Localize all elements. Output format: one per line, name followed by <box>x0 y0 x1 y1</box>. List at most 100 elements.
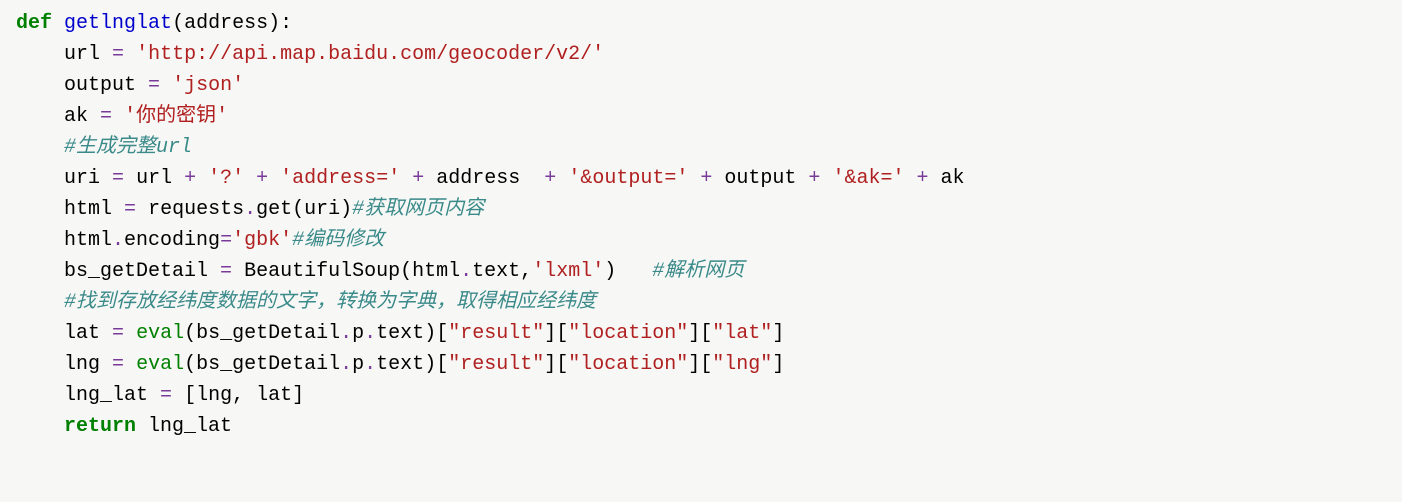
indent <box>16 229 64 252</box>
comma: , <box>520 260 532 283</box>
key-lat: "lat" <box>712 322 772 345</box>
indent <box>16 198 64 221</box>
param-address: address <box>184 12 268 35</box>
op-plus: + <box>916 167 928 190</box>
attr-encoding: encoding <box>124 229 220 252</box>
id-address: address <box>436 167 544 190</box>
op-assign: = <box>148 74 160 97</box>
space <box>688 167 700 190</box>
space <box>268 167 280 190</box>
var-lat: lat <box>64 322 112 345</box>
id-bs: bs_getDetail <box>196 322 340 345</box>
space <box>124 353 136 376</box>
line-3: output = 'json' <box>16 74 244 97</box>
id-requests: requests <box>148 198 244 221</box>
dot: . <box>112 229 124 252</box>
var-uri: uri <box>64 167 112 190</box>
space <box>400 167 412 190</box>
string-gbk: 'gbk' <box>232 229 292 252</box>
attr-p: p <box>352 353 364 376</box>
bracket: ] <box>772 353 784 376</box>
line-1: def getlnglat(address): <box>16 12 292 35</box>
bracket: ][ <box>688 353 712 376</box>
space <box>136 198 148 221</box>
key-location: "location" <box>568 353 688 376</box>
line-7: html = requests.get(uri)#获取网页内容 <box>16 198 484 221</box>
op-assign: = <box>100 105 112 128</box>
line-10: #找到存放经纬度数据的文字，转换为字典，取得相应经纬度 <box>16 291 596 314</box>
line-5: #生成完整url <box>16 136 192 159</box>
op-assign: = <box>124 198 136 221</box>
dot: . <box>340 322 352 345</box>
space <box>928 167 940 190</box>
string-address: 'address=' <box>280 167 400 190</box>
space <box>904 167 916 190</box>
line-13: lng_lat = [lng, lat] <box>16 384 304 407</box>
comment-encoding: #编码修改 <box>292 229 384 252</box>
attr-text: text <box>376 353 424 376</box>
id-url: url <box>136 167 184 190</box>
bracket: [ <box>436 322 448 345</box>
space <box>124 43 136 66</box>
paren-open: ( <box>184 322 196 345</box>
indent <box>16 167 64 190</box>
space <box>124 167 136 190</box>
var-output: output <box>64 74 148 97</box>
var-lng: lng <box>64 353 112 376</box>
line-4: ak = '你的密钥' <box>16 105 228 128</box>
builtin-eval: eval <box>136 322 184 345</box>
op-assign: = <box>112 167 124 190</box>
arg-html: html <box>412 260 460 283</box>
space <box>820 167 832 190</box>
key-location: "location" <box>568 322 688 345</box>
space <box>424 167 436 190</box>
indent <box>16 291 64 314</box>
indent <box>16 105 64 128</box>
space <box>196 167 208 190</box>
string-url: 'http://api.map.baidu.com/geocoder/v2/' <box>136 43 604 66</box>
key-result: "result" <box>448 353 544 376</box>
bracket: ][ <box>544 322 568 345</box>
paren-open: ( <box>184 353 196 376</box>
op-assign: = <box>112 322 124 345</box>
space <box>556 167 568 190</box>
paren-close: ) <box>424 322 436 345</box>
id-output: output <box>724 167 808 190</box>
line-6: uri = url + '?' + 'address=' + address +… <box>16 167 965 190</box>
comment-full-url: #生成完整url <box>64 136 192 159</box>
return-value: lng_lat <box>148 415 232 438</box>
indent <box>16 353 64 376</box>
id-ak: ak <box>941 167 965 190</box>
cls-bs: BeautifulSoup <box>244 260 400 283</box>
op-plus: + <box>700 167 712 190</box>
attr-text: text <box>376 322 424 345</box>
keyword-return: return <box>64 415 136 438</box>
id-bs: bs_getDetail <box>196 353 340 376</box>
indent <box>16 136 64 159</box>
keyword-def: def <box>16 12 52 35</box>
dot: . <box>460 260 472 283</box>
line-2: url = 'http://api.map.baidu.com/geocoder… <box>16 43 604 66</box>
op-plus: + <box>184 167 196 190</box>
comment-extract: #找到存放经纬度数据的文字，转换为字典，取得相应经纬度 <box>64 291 596 314</box>
space <box>616 260 652 283</box>
op-plus: + <box>256 167 268 190</box>
method-get: get <box>256 198 292 221</box>
paren-close: ) <box>604 260 616 283</box>
bracket: ][ <box>688 322 712 345</box>
key-result: "result" <box>448 322 544 345</box>
comment-parse: #解析网页 <box>652 260 744 283</box>
indent <box>16 415 64 438</box>
indent <box>16 260 64 283</box>
line-9: bs_getDetail = BeautifulSoup(html.text,'… <box>16 260 744 283</box>
op-assign: = <box>220 260 232 283</box>
op-assign: = <box>160 384 172 407</box>
bracket: ] <box>772 322 784 345</box>
paren-close: ): <box>268 12 292 35</box>
list-literal: [lng, lat] <box>184 384 304 407</box>
paren-open: ( <box>172 12 184 35</box>
op-plus: + <box>808 167 820 190</box>
attr-p: p <box>352 322 364 345</box>
paren-close: ) <box>424 353 436 376</box>
space <box>124 322 136 345</box>
